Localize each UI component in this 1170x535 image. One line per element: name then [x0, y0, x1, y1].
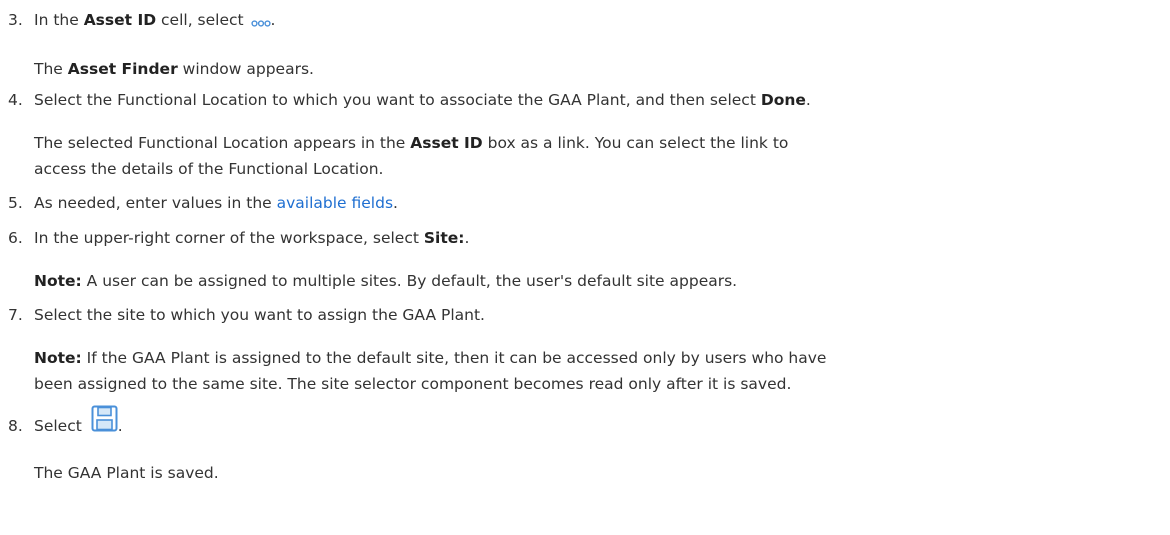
step-7-note-line-1: Note: If the GAA Plant is assigned to th… — [34, 349, 827, 367]
control-name: Site: — [423, 229, 465, 247]
step-text: cell, select — [156, 11, 249, 29]
note-label: Note: — [34, 272, 82, 290]
available-fields-link[interactable]: available fields — [277, 194, 393, 212]
procedure-document: 3. In the Asset ID cell, select . The As… — [0, 0, 1170, 535]
step-number: 5. — [8, 194, 23, 212]
step-number: 6. — [8, 229, 23, 247]
save-icon — [91, 405, 118, 440]
step-4-result-line-2: access the details of the Functional Loc… — [34, 160, 384, 178]
step-7-note-line-2: been assigned to the same site. The site… — [34, 375, 792, 393]
more-options-icon — [250, 10, 271, 36]
step-3-result: The Asset Finder window appears. — [34, 60, 314, 78]
step-number: 4. — [8, 91, 23, 109]
window-name: Asset Finder — [67, 60, 178, 78]
step-number: 3. — [8, 11, 23, 29]
field-name: Asset ID — [83, 11, 157, 29]
button-name: Done — [760, 91, 806, 109]
step-text: In the — [34, 11, 84, 29]
step-8-result: The GAA Plant is saved. — [34, 464, 219, 482]
step-number: 7. — [8, 306, 23, 324]
field-name: Asset ID — [410, 134, 483, 152]
step-6-note: Note: A user can be assigned to multiple… — [34, 272, 738, 290]
note-label: Note: — [34, 349, 82, 367]
step-4-result-line-1: The selected Functional Location appears… — [34, 134, 789, 152]
step-number: 8. — [8, 417, 23, 435]
